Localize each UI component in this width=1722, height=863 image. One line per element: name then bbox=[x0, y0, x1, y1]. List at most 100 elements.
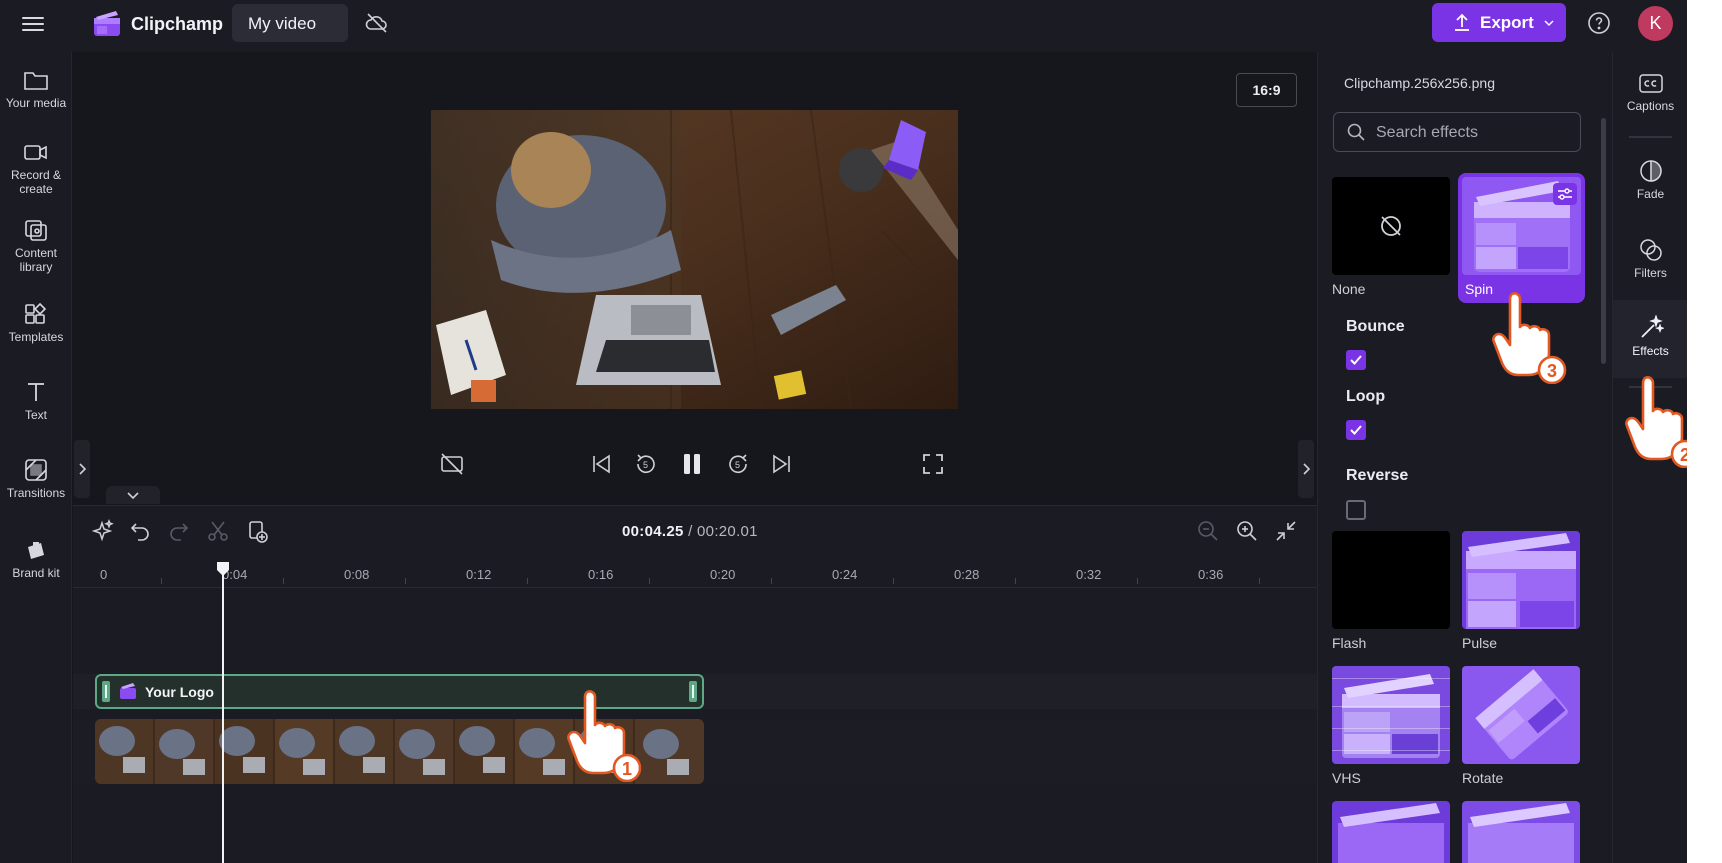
ruler-tick: 0:36 bbox=[1198, 567, 1224, 582]
rail-item-fade[interactable]: Fade bbox=[1613, 158, 1687, 201]
filters-icon bbox=[1639, 239, 1662, 261]
chevron-right-icon bbox=[1303, 463, 1311, 475]
sidebar-label: Templates bbox=[8, 330, 64, 344]
ruler-tick: 0:32 bbox=[1076, 567, 1102, 582]
export-label: Export bbox=[1480, 13, 1534, 32]
ruler-tick: 0:08 bbox=[344, 567, 370, 582]
captions-icon bbox=[1638, 74, 1663, 93]
effect-tile-spin[interactable]: Spin bbox=[1458, 173, 1585, 303]
rewind-5-icon[interactable]: 5 bbox=[632, 450, 660, 478]
effect-tile[interactable] bbox=[1462, 801, 1580, 863]
option-label-reverse: Reverse bbox=[1346, 467, 1409, 484]
duplicate-icon[interactable] bbox=[245, 519, 269, 543]
sidebar-label: library bbox=[19, 260, 53, 274]
effect-tile-rotate[interactable]: Rotate bbox=[1462, 666, 1580, 786]
rail-label: Captions bbox=[1626, 99, 1675, 113]
effect-thumbnail bbox=[1462, 531, 1580, 629]
sidebar-item-content-library[interactable]: Content library bbox=[0, 218, 72, 274]
ruler-minor-tick bbox=[283, 578, 284, 584]
project-title[interactable]: My video bbox=[232, 4, 348, 42]
ruler-minor-tick bbox=[771, 578, 772, 584]
pause-icon[interactable] bbox=[678, 450, 706, 478]
playhead[interactable] bbox=[222, 564, 224, 863]
rail-item-captions[interactable]: Captions bbox=[1613, 72, 1687, 113]
effect-tile-none[interactable]: None bbox=[1332, 177, 1450, 297]
sidebar-item-transitions[interactable]: Transitions bbox=[0, 458, 72, 500]
clipchamp-editor: Clipchamp My video Export K Your media R… bbox=[0, 0, 1687, 863]
clapperboard-thumbnail bbox=[1462, 801, 1580, 863]
redo-icon bbox=[170, 523, 189, 541]
avatar[interactable]: K bbox=[1638, 6, 1673, 41]
effect-tile-vhs[interactable]: VHS bbox=[1332, 666, 1450, 786]
zoom-in-icon[interactable] bbox=[1235, 519, 1259, 543]
effect-thumbnail bbox=[1462, 666, 1580, 764]
clipchamp-logo-icon bbox=[120, 683, 136, 699]
sidebar-label: create bbox=[19, 182, 53, 196]
fullscreen-icon[interactable] bbox=[919, 450, 947, 478]
sidebar-item-templates[interactable]: Templates bbox=[0, 302, 72, 344]
rail-item-effects[interactable]: Effects bbox=[1613, 300, 1687, 378]
zoom-out-icon bbox=[1198, 521, 1218, 541]
sidebar-item-brand-kit[interactable]: Brand kit bbox=[0, 538, 72, 580]
effect-tile-flash[interactable]: Flash bbox=[1332, 531, 1450, 651]
help-icon[interactable] bbox=[1587, 11, 1611, 35]
effect-tile-pulse[interactable]: Pulse bbox=[1462, 531, 1580, 651]
hamburger-menu-icon[interactable] bbox=[20, 13, 46, 39]
clapperboard-thumbnail bbox=[1332, 801, 1450, 863]
sidebar-item-record-create[interactable]: Record & create bbox=[0, 140, 72, 196]
playhead-handle-icon[interactable] bbox=[215, 561, 231, 577]
effect-thumbnail bbox=[1332, 801, 1450, 863]
rail-label: Effects bbox=[1632, 344, 1669, 358]
templates-icon bbox=[25, 302, 47, 324]
search-effects-input[interactable] bbox=[1376, 121, 1571, 145]
search-effects[interactable] bbox=[1333, 112, 1581, 152]
checkmark-icon bbox=[1350, 355, 1362, 365]
left-sidebar: Your media Record & create Content libra… bbox=[0, 52, 72, 863]
loop-checkbox[interactable] bbox=[1346, 420, 1366, 440]
sidebar-label: Brand kit bbox=[12, 566, 60, 580]
cloud-sync-off-icon[interactable] bbox=[364, 10, 390, 36]
transitions-icon bbox=[25, 459, 47, 481]
clapperboard-thumbnail bbox=[1462, 531, 1580, 629]
export-button[interactable]: Export bbox=[1432, 3, 1566, 42]
timecode: 00:04.25 / 00:20.01 bbox=[622, 523, 758, 540]
clip-trim-handle-right[interactable] bbox=[689, 681, 697, 702]
effect-tile[interactable] bbox=[1332, 801, 1450, 863]
undo-icon[interactable] bbox=[128, 519, 152, 543]
skip-back-icon[interactable] bbox=[587, 450, 615, 478]
magic-sparkle-icon[interactable] bbox=[90, 519, 114, 543]
rail-item-filters[interactable]: Filters bbox=[1613, 237, 1687, 280]
hide-preview-icon[interactable] bbox=[438, 450, 466, 478]
preview-frame-image bbox=[431, 110, 958, 409]
collapse-timeline-button[interactable] bbox=[106, 486, 160, 504]
brand-kit-icon bbox=[28, 542, 44, 559]
panel-scrollbar[interactable] bbox=[1601, 118, 1606, 364]
clip-name: Your Logo bbox=[145, 684, 214, 700]
sidebar-item-your-media[interactable]: Your media bbox=[0, 68, 72, 110]
expand-left-panel-button[interactable] bbox=[74, 440, 90, 498]
sidebar-item-text[interactable]: Text bbox=[0, 380, 72, 422]
ruler-tick: 0:16 bbox=[588, 567, 614, 582]
effects-panel: Clipchamp.256x256.png None bbox=[1317, 52, 1612, 863]
no-effect-icon bbox=[1381, 216, 1401, 236]
clip-trim-handle-left[interactable] bbox=[102, 681, 110, 702]
folder-icon bbox=[24, 72, 48, 90]
forward-5-icon[interactable]: 5 bbox=[724, 450, 752, 478]
fade-icon bbox=[1639, 160, 1662, 182]
effect-settings-button[interactable] bbox=[1553, 183, 1577, 205]
magic-wand-icon bbox=[1640, 315, 1664, 338]
bounce-checkbox[interactable] bbox=[1346, 350, 1366, 370]
aspect-ratio-button[interactable]: 16:9 bbox=[1236, 73, 1297, 107]
skip-forward-icon[interactable] bbox=[768, 450, 796, 478]
ruler-minor-tick bbox=[527, 578, 528, 584]
reverse-checkbox[interactable] bbox=[1346, 500, 1366, 520]
sliders-icon bbox=[1558, 188, 1572, 200]
total-time: 00:20.01 bbox=[697, 523, 758, 540]
collapse-right-panel-button[interactable] bbox=[1298, 440, 1314, 498]
ruler-tick: 0:12 bbox=[466, 567, 492, 582]
fit-timeline-icon[interactable] bbox=[1274, 519, 1298, 543]
timeline: 00:04.25 / 00:20.01 0 0:04 0:08 0:12 0:1… bbox=[73, 505, 1317, 863]
timeline-ruler[interactable]: 0 0:04 0:08 0:12 0:16 0:20 0:24 0:28 0:3… bbox=[73, 556, 1317, 588]
effect-label: Rotate bbox=[1462, 770, 1504, 786]
rail-label: Fade bbox=[1636, 187, 1665, 201]
